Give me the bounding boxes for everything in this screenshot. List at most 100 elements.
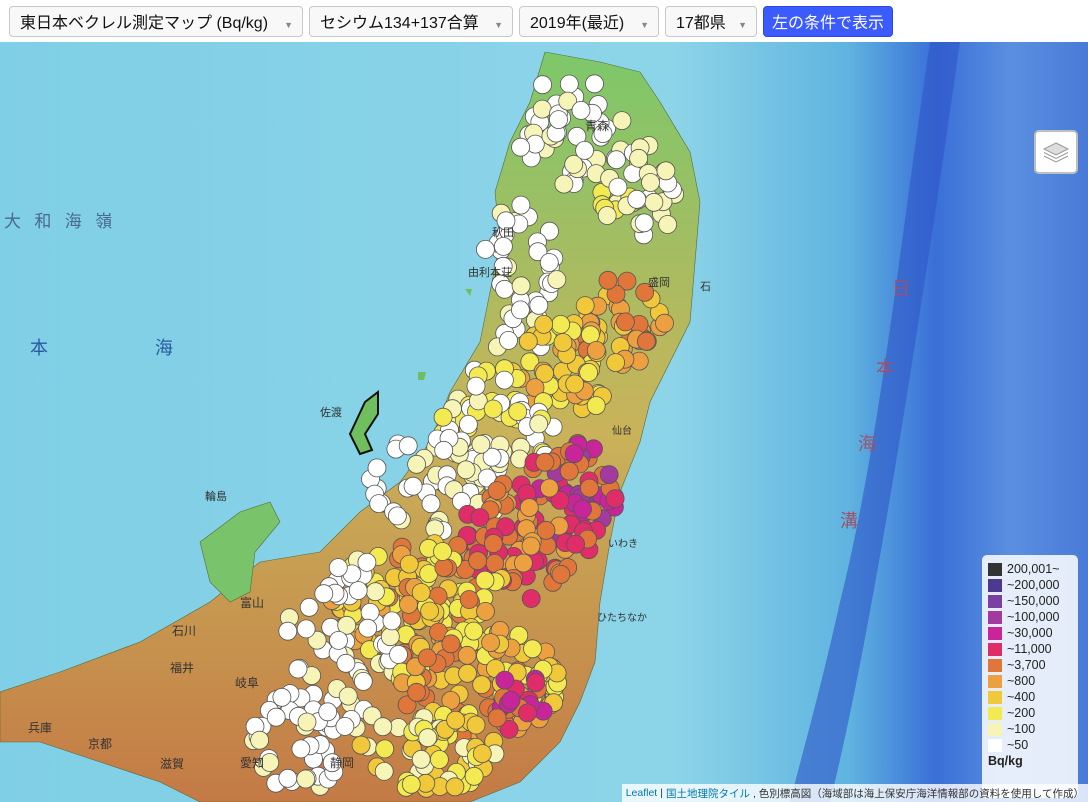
- measurement-marker[interactable]: [441, 634, 461, 654]
- measurement-marker[interactable]: [483, 399, 503, 419]
- measurement-marker[interactable]: [299, 597, 319, 617]
- measurement-marker[interactable]: [597, 206, 617, 225]
- measurement-marker[interactable]: [471, 434, 491, 454]
- show-button[interactable]: 左の条件で表示: [763, 5, 894, 37]
- measurement-marker[interactable]: [421, 494, 441, 514]
- measurement-marker[interactable]: [367, 458, 387, 478]
- measurement-marker[interactable]: [466, 715, 486, 735]
- measurement-marker[interactable]: [407, 682, 427, 702]
- measurement-marker[interactable]: [420, 601, 440, 621]
- measurement-marker[interactable]: [417, 648, 437, 668]
- measurement-marker[interactable]: [472, 744, 492, 763]
- measurement-marker[interactable]: [655, 313, 674, 333]
- measurement-marker[interactable]: [511, 276, 531, 296]
- measurement-marker[interactable]: [518, 703, 537, 723]
- measurement-marker[interactable]: [511, 195, 531, 215]
- measurement-marker[interactable]: [644, 192, 664, 212]
- measurement-marker[interactable]: [418, 728, 438, 748]
- measurement-marker[interactable]: [351, 735, 371, 755]
- measurement-marker[interactable]: [539, 253, 559, 272]
- measurement-marker[interactable]: [387, 506, 407, 526]
- measurement-marker[interactable]: [336, 653, 356, 673]
- measurement-marker[interactable]: [511, 300, 530, 320]
- map-type-select[interactable]: 東日本ベクレル測定マップ (Bq/kg) ▼: [9, 5, 303, 37]
- measurement-marker[interactable]: [521, 536, 541, 556]
- measurement-marker[interactable]: [487, 708, 507, 728]
- measurement-marker[interactable]: [266, 707, 286, 727]
- measurement-marker[interactable]: [599, 465, 619, 485]
- map-canvas[interactable]: 大 和 海 嶺 本 海 日 本 海 溝 青森 秋田 由利本荘 盛岡 石 佐渡 輪…: [0, 42, 1088, 802]
- measurement-marker[interactable]: [250, 730, 270, 750]
- measurement-marker[interactable]: [475, 570, 495, 590]
- measurement-marker[interactable]: [375, 739, 395, 759]
- measurement-marker[interactable]: [329, 631, 348, 650]
- measurement-marker[interactable]: [529, 295, 549, 315]
- measurement-marker[interactable]: [296, 769, 316, 789]
- measurement-marker[interactable]: [353, 672, 373, 691]
- region-select[interactable]: 17都県 ▼: [665, 5, 757, 37]
- measurement-marker[interactable]: [358, 618, 378, 638]
- measurement-marker[interactable]: [389, 645, 408, 664]
- measurement-marker[interactable]: [272, 687, 292, 707]
- measurement-marker[interactable]: [458, 414, 478, 434]
- measurement-marker[interactable]: [433, 407, 453, 427]
- measurement-marker[interactable]: [464, 766, 484, 786]
- measurement-marker[interactable]: [533, 75, 552, 95]
- measurement-marker[interactable]: [382, 611, 402, 631]
- measurement-marker[interactable]: [627, 189, 647, 209]
- measurement-marker[interactable]: [296, 619, 316, 639]
- measurement-marker[interactable]: [411, 583, 431, 602]
- measurement-marker[interactable]: [605, 489, 625, 509]
- measurement-marker[interactable]: [549, 110, 568, 129]
- measurement-marker[interactable]: [458, 663, 477, 683]
- measurement-marker[interactable]: [357, 553, 377, 572]
- measurement-marker[interactable]: [499, 330, 518, 350]
- measurement-marker[interactable]: [403, 476, 423, 496]
- measurement-marker[interactable]: [535, 452, 555, 472]
- measurement-marker[interactable]: [519, 498, 539, 518]
- measurement-marker[interactable]: [526, 673, 546, 692]
- measurement-marker[interactable]: [278, 621, 298, 641]
- measurement-marker[interactable]: [607, 150, 626, 170]
- measurement-marker[interactable]: [456, 460, 476, 480]
- measurement-marker[interactable]: [487, 481, 507, 501]
- measurement-marker[interactable]: [559, 74, 579, 94]
- measurement-marker[interactable]: [501, 690, 521, 710]
- measurement-marker[interactable]: [483, 534, 503, 553]
- measurement-marker[interactable]: [374, 762, 394, 781]
- measurement-marker[interactable]: [476, 602, 495, 621]
- measurement-marker[interactable]: [616, 312, 635, 332]
- measurement-marker[interactable]: [566, 534, 585, 554]
- year-select[interactable]: 2019年(最近) ▼: [519, 5, 659, 37]
- measurement-marker[interactable]: [494, 370, 514, 390]
- measurement-marker[interactable]: [348, 581, 368, 600]
- measurement-marker[interactable]: [559, 461, 579, 481]
- measurement-marker[interactable]: [521, 589, 541, 608]
- measurement-marker[interactable]: [629, 148, 648, 168]
- measurement-marker[interactable]: [445, 777, 465, 797]
- measurement-marker[interactable]: [634, 213, 654, 233]
- measurement-marker[interactable]: [553, 333, 573, 352]
- layers-control-button[interactable]: [1034, 130, 1078, 174]
- measurement-marker[interactable]: [401, 774, 421, 794]
- measurement-marker[interactable]: [586, 340, 606, 360]
- measurement-marker[interactable]: [338, 686, 358, 706]
- measurement-marker[interactable]: [373, 717, 393, 737]
- measurement-marker[interactable]: [575, 141, 594, 160]
- measurement-marker[interactable]: [318, 702, 338, 722]
- measurement-marker[interactable]: [434, 558, 454, 577]
- nuclide-select[interactable]: セシウム134+137合算 ▼: [309, 5, 513, 37]
- measurement-marker[interactable]: [551, 314, 571, 334]
- measurement-marker[interactable]: [598, 270, 618, 290]
- measurement-marker[interactable]: [464, 621, 484, 641]
- measurement-marker[interactable]: [612, 111, 632, 130]
- measurement-marker[interactable]: [554, 174, 574, 194]
- measurement-marker[interactable]: [278, 768, 298, 788]
- measurement-marker[interactable]: [360, 603, 380, 622]
- measurement-marker[interactable]: [481, 633, 501, 652]
- measurement-marker[interactable]: [459, 590, 479, 609]
- measurement-marker[interactable]: [532, 99, 552, 119]
- measurement-marker[interactable]: [518, 331, 538, 351]
- measurement-marker[interactable]: [468, 551, 488, 571]
- measurement-marker[interactable]: [314, 584, 334, 604]
